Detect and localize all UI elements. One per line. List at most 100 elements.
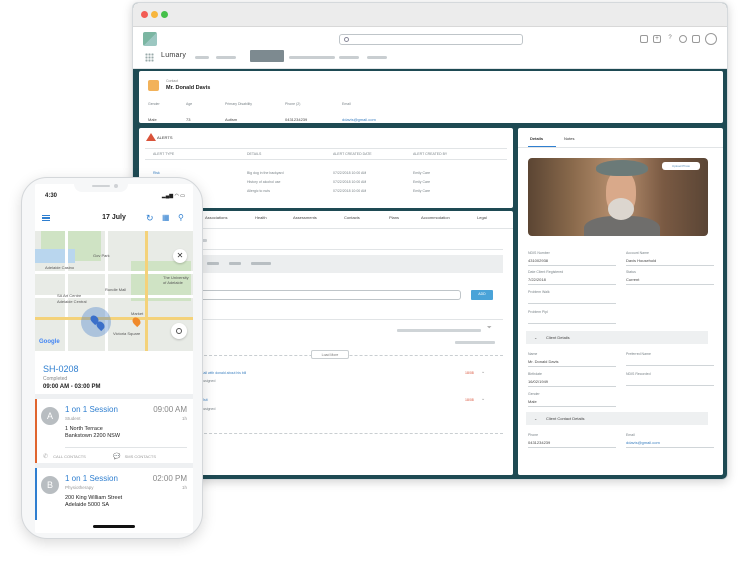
bell-icon[interactable]	[692, 35, 700, 43]
shift-status: Completed	[43, 376, 68, 382]
activity-item-link[interactable]: Call with donald about his bill	[201, 371, 246, 375]
upload-photo-button[interactable]: Upload Photo	[662, 162, 700, 170]
close-icon[interactable]: ✕	[173, 249, 187, 263]
field-ndis-number: NDIS Number 431002938	[528, 251, 616, 266]
tab-notes[interactable]: Notes	[564, 136, 574, 141]
record-tabs: Associations Health Assessments Contacts…	[199, 215, 513, 225]
nav-item[interactable]	[339, 56, 359, 59]
gear-icon[interactable]	[679, 35, 687, 43]
field-problem-walk: Problem Walk	[528, 290, 616, 304]
app-launcher-icon[interactable]	[145, 53, 154, 62]
phone-icon: ✆	[43, 454, 49, 460]
section-client-contact-details[interactable]: ⌄ Client Contact Details	[526, 412, 708, 425]
activity-subject-input[interactable]	[199, 290, 461, 300]
chevron-down-icon[interactable]: ⌄	[481, 369, 485, 375]
search-icon	[344, 37, 349, 42]
alerts-column-header: ALERT CREATED DATE	[333, 152, 372, 156]
alert-date: 07/22/2018 10:00 AM	[333, 171, 367, 175]
tab-assessments[interactable]: Assessments	[293, 215, 317, 220]
field-contact-phone: Phone 0431234239	[528, 433, 616, 448]
refresh-icon[interactable]: ↻	[146, 213, 154, 224]
google-logo: Google	[39, 339, 60, 345]
close-window-dot[interactable]	[141, 11, 148, 18]
divider	[65, 447, 187, 448]
session-stripe	[35, 468, 37, 520]
field-client-gender: Gender Male	[528, 392, 616, 407]
field-client-name: Name Mr. Donald Davis	[528, 352, 616, 367]
map-label: Gov Park	[93, 253, 110, 258]
shift-map[interactable]: Adelaide Casino Gov Park Rundle Mall The…	[35, 231, 193, 351]
composer-tab[interactable]	[229, 262, 241, 265]
activity-date: 18/08	[465, 371, 474, 375]
map-label: SA Art Centre	[57, 293, 82, 298]
composer-tab[interactable]	[207, 262, 219, 265]
alerts-column-header: DETAILS	[247, 152, 262, 156]
tab-accommodation[interactable]: Accommodation	[421, 215, 450, 220]
field-preferred-name: Preferred Name	[626, 352, 714, 366]
field-birthdate: Birthdate 16/02/1949	[528, 372, 616, 387]
browser-chrome	[133, 3, 727, 27]
alert-icon	[146, 133, 156, 141]
user-avatar-icon[interactable]	[705, 33, 717, 45]
map-label: Rundle Mall	[105, 287, 127, 292]
load-more-button[interactable]: Load More	[311, 350, 349, 359]
nav-item[interactable]	[289, 56, 335, 59]
map-pin-icon[interactable]: ⚲	[178, 213, 184, 222]
nav-item-active[interactable]	[250, 50, 284, 62]
sms-contacts-button[interactable]: SMS CONTACTS	[125, 454, 156, 459]
alert-details: Allergic to nuts	[247, 189, 270, 193]
minimize-window-dot[interactable]	[151, 11, 158, 18]
tab-associations[interactable]: Associations	[205, 215, 227, 220]
divider	[199, 319, 503, 320]
add-icon[interactable]: +	[653, 35, 661, 43]
divider	[199, 355, 503, 356]
divider	[145, 159, 507, 160]
my-location-icon[interactable]	[171, 323, 187, 339]
maximize-window-dot[interactable]	[161, 11, 168, 18]
session-badge: A	[41, 407, 59, 425]
activity-date: 18/08	[465, 398, 474, 402]
nav-item[interactable]	[216, 56, 236, 59]
details-panel: Details Notes Upload Photo NDIS Number 4…	[518, 128, 723, 475]
session-stripe	[35, 399, 37, 463]
session-duration: 1h	[181, 485, 187, 490]
divider	[518, 147, 723, 148]
contact-field-age: Age 73	[186, 102, 193, 122]
call-contacts-button[interactable]: CALL CONTACTS	[53, 454, 86, 459]
help-icon[interactable]: ?	[666, 35, 674, 43]
alert-type-link[interactable]: Risk	[153, 171, 160, 175]
add-activity-button[interactable]: ADD	[471, 290, 493, 300]
map-label: Adelaide Casino	[45, 265, 75, 270]
filter-icon[interactable]: ⏷	[487, 325, 492, 332]
contact-field-disability: Primary Disability Autism	[225, 102, 253, 122]
activity-assigned: Assigned	[201, 407, 216, 411]
session-type: Student	[65, 416, 81, 421]
alerts-title: ALERTS	[157, 135, 173, 140]
nav-item[interactable]	[195, 56, 209, 59]
desktop-browser-window: + ? Lumary Contact Mr. Donald Davis Gend…	[132, 2, 728, 480]
session-card[interactable]: A 1 on 1 Session 09:00 AM Student 1h 1 N…	[35, 399, 193, 463]
session-card[interactable]: B 1 on 1 Session 02:00 PM Physiotherapy …	[35, 468, 193, 520]
header-icons: + ?	[640, 33, 717, 45]
tab-details[interactable]: Details	[530, 136, 543, 141]
chevron-down-icon[interactable]: ⌄	[481, 396, 485, 402]
global-search-input[interactable]	[339, 34, 523, 45]
section-client-details[interactable]: ⌄ Client Details	[526, 331, 708, 344]
home-indicator[interactable]	[93, 525, 135, 528]
contact-kicker: Contact	[166, 79, 179, 83]
chevron-down-icon: ⌄	[534, 335, 538, 340]
shift-code: SH-0208	[43, 364, 79, 374]
grid-icon[interactable]	[640, 35, 648, 43]
calendar-icon[interactable]: ▦	[162, 213, 170, 222]
tab-legal[interactable]: Legal	[477, 215, 487, 220]
tab-health[interactable]: Health	[255, 215, 267, 220]
composer-tab[interactable]	[251, 262, 271, 265]
nav-item[interactable]	[367, 56, 387, 59]
tab-contacts[interactable]: Contacts	[344, 215, 360, 220]
field-account-name: Account Name Davis Household	[626, 251, 714, 266]
alert-date: 07/22/2018 10:00 AM	[333, 180, 367, 184]
filter-bar	[397, 329, 481, 332]
tab-plans[interactable]: Plans	[389, 215, 399, 220]
alert-date: 07/22/2018 10:00 AM	[333, 189, 367, 193]
session-badge: B	[41, 476, 59, 494]
